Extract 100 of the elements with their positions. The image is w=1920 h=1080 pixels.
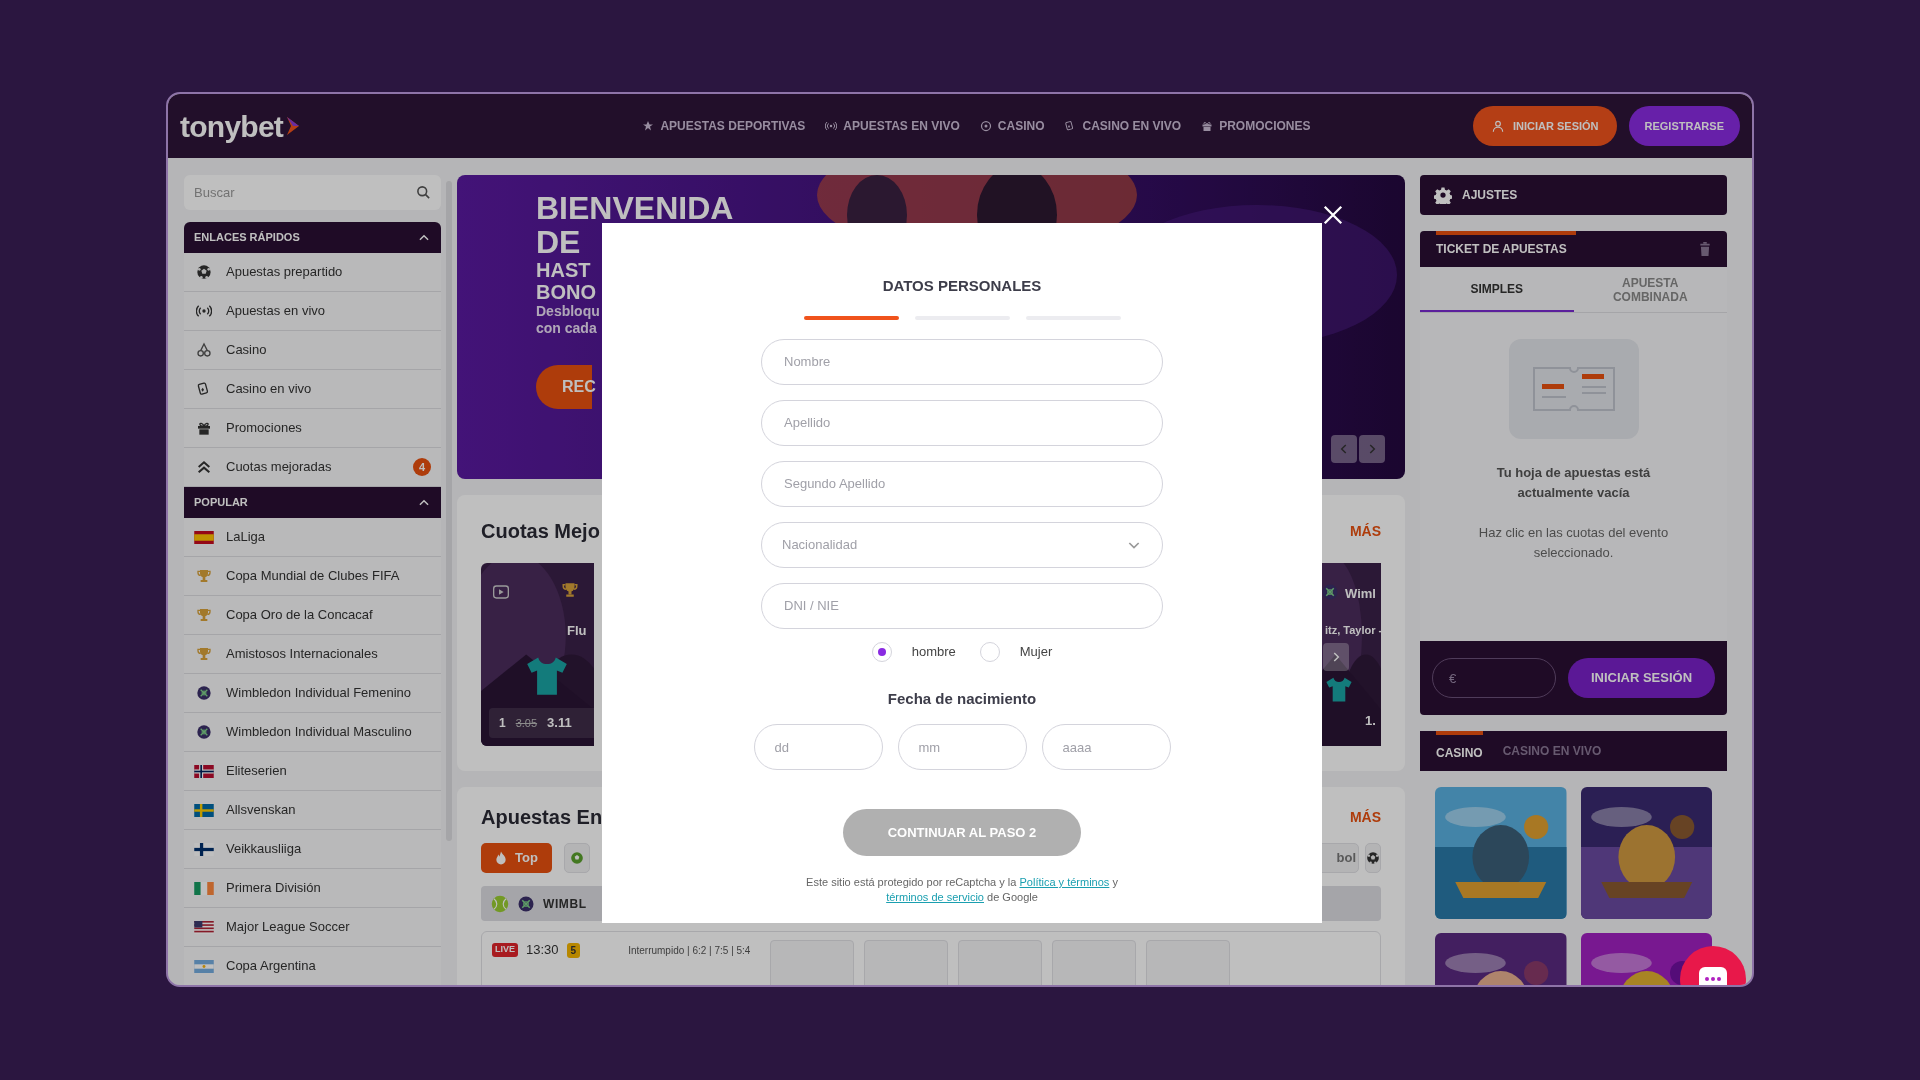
player-names: itz, Taylor - — [1325, 623, 1383, 638]
sidebar-item[interactable]: Apuestas prepartido — [184, 253, 441, 292]
sidebar-item[interactable]: Allsvenskan — [184, 791, 441, 830]
tennis-icon — [196, 724, 212, 740]
close-icon[interactable] — [1322, 204, 1344, 226]
team-name: Flu — [567, 622, 587, 640]
banner-text: Desbloqu — [536, 303, 600, 320]
betslip-title: TICKET DE APUESTAS — [1436, 241, 1567, 258]
section-title: Cuotas Mejo — [481, 519, 600, 544]
trash-icon[interactable] — [1699, 242, 1711, 256]
dialog-title: DATOS PERSONALES — [882, 276, 1042, 296]
input-field[interactable]: DNI / NIE — [761, 582, 1163, 629]
sidebar-item[interactable]: Amistosos Internacionales — [184, 635, 441, 674]
sidebar-item[interactable]: Copa Argentina — [184, 947, 441, 985]
banner-text: BIENVENIDA — [536, 191, 734, 225]
league-name: Wiml — [1345, 585, 1376, 603]
sidebar-item[interactable]: Apuestas en vivo — [184, 292, 441, 331]
play-icon[interactable] — [493, 585, 509, 599]
football-icon — [1366, 851, 1380, 865]
broadcast-icon — [196, 303, 212, 319]
sidebar-item[interactable]: Copa Oro de la Concacaf — [184, 596, 441, 635]
search-field[interactable]: Buscar — [184, 175, 441, 210]
sidebar-item[interactable]: Major League Soccer — [184, 908, 441, 947]
count-badge: 4 — [413, 458, 431, 476]
input-field[interactable]: Nombre — [761, 338, 1163, 385]
settings-bar[interactable]: AJUSTES — [1420, 175, 1727, 215]
trophy-icon — [196, 607, 212, 623]
nav-link[interactable]: CASINO — [979, 117, 1045, 135]
trophy-icon — [561, 581, 579, 599]
nav-link[interactable]: APUESTAS DEPORTIVAS — [642, 117, 806, 135]
recaptcha-notice: Este sitio está protegido por reCaptcha y la Política y términos y términos de servicio de Google — [805, 875, 1119, 905]
input-field[interactable]: Apellido — [761, 399, 1163, 446]
tennis-icon — [196, 685, 212, 701]
logo-text[interactable]: tonybet — [180, 103, 284, 149]
flag-icon — [194, 764, 214, 778]
broadcast-icon — [825, 120, 838, 132]
banner-text: HAST — [536, 259, 591, 281]
sidebar-item[interactable]: Wimbledon Individual Femenino — [184, 674, 441, 713]
date-field[interactable]: aaaa — [1041, 724, 1171, 770]
sidebar-item[interactable]: Casino en vivo — [184, 370, 441, 409]
sidebar-item[interactable]: LaLiga — [184, 518, 441, 557]
sidebar-item[interactable]: Copa Mundial de Clubes FIFA — [184, 557, 441, 596]
sidebar-item[interactable]: Primera División — [184, 869, 441, 908]
flag-icon — [194, 530, 214, 544]
match-status: Interrumpido | 6:2 | 7:5 | 5:4 — [628, 943, 751, 958]
star-icon — [642, 120, 655, 132]
flag-icon — [194, 881, 214, 895]
stake-field[interactable]: € — [1432, 658, 1556, 698]
shirt-icon — [1325, 675, 1353, 703]
radio-label: hombre — [911, 642, 956, 661]
banner-text: con cada — [536, 320, 597, 337]
gift-icon — [1201, 120, 1214, 132]
section-title: Apuestas En — [481, 805, 603, 830]
betslip-tab[interactable]: SIMPLES — [1420, 267, 1574, 312]
hint-text: Haz clic en las cuotas del evento seleccionado. — [1477, 524, 1670, 562]
section-header[interactable]: ENLACES RÁPIDOS — [184, 222, 441, 253]
odds-value: 1. — [1365, 711, 1376, 730]
tennis-icon — [1321, 583, 1339, 601]
input-field[interactable]: Segundo Apellido — [761, 460, 1163, 507]
sidebar-item[interactable]: Eliteserien — [184, 752, 441, 791]
event-card[interactable]: Flu 1 3.05 3.11 — [481, 563, 594, 746]
sidebar-item[interactable]: Veikkausliiga — [184, 830, 441, 869]
field-label: Fecha de nacimiento — [887, 688, 1037, 709]
league-name: WIMBL — [543, 895, 587, 913]
chip-icon — [979, 120, 992, 132]
tennis-ball-icon — [491, 894, 509, 913]
sidebar-item[interactable]: Promociones — [184, 409, 441, 448]
sidebar-item[interactable]: Wimbledon Individual Masculino — [184, 713, 441, 752]
trophy-icon — [196, 568, 212, 584]
section-header[interactable]: POPULAR — [184, 487, 441, 518]
match-time: 13:30 — [526, 941, 559, 960]
banner-text: BONO — [536, 281, 596, 303]
login-button[interactable]: INICIAR SESIÓN — [1568, 658, 1715, 698]
banner-text: DE — [536, 225, 581, 259]
trophy-icon — [196, 646, 212, 662]
user-icon — [1490, 119, 1505, 133]
sport-chip[interactable] — [1365, 843, 1381, 873]
previous-button[interactable] — [1331, 435, 1357, 463]
flag-icon — [194, 803, 214, 817]
football-icon — [569, 851, 584, 865]
gift-icon — [196, 420, 212, 436]
casino-tab[interactable]: CASINO — [1436, 731, 1483, 771]
football-icon — [196, 264, 212, 280]
date-field[interactable]: mm — [897, 724, 1027, 770]
next-button[interactable] — [1359, 435, 1385, 463]
search-icon[interactable] — [416, 185, 431, 200]
empty-message: Tu hoja de apuestas está actualmente vacía — [1495, 464, 1652, 502]
tennis-icon — [517, 894, 535, 913]
nav-link[interactable]: APUESTAS EN VIVO — [825, 117, 960, 135]
register-button[interactable]: REGISTRARSE — [1628, 106, 1740, 146]
nav-link[interactable]: CASINO EN VIVO — [1064, 117, 1182, 135]
cherries-icon — [196, 342, 212, 358]
flag-icon — [194, 842, 214, 856]
sidebar-item[interactable]: Casino — [184, 331, 441, 370]
sidebar-item[interactable]: Cuotas mejoradas 4 — [184, 448, 441, 487]
flag-icon — [194, 959, 214, 973]
nav-link[interactable]: PROMOCIONES — [1201, 117, 1311, 135]
flag-icon — [194, 920, 214, 934]
flame-icon — [495, 851, 507, 865]
date-field[interactable]: dd — [753, 724, 883, 770]
